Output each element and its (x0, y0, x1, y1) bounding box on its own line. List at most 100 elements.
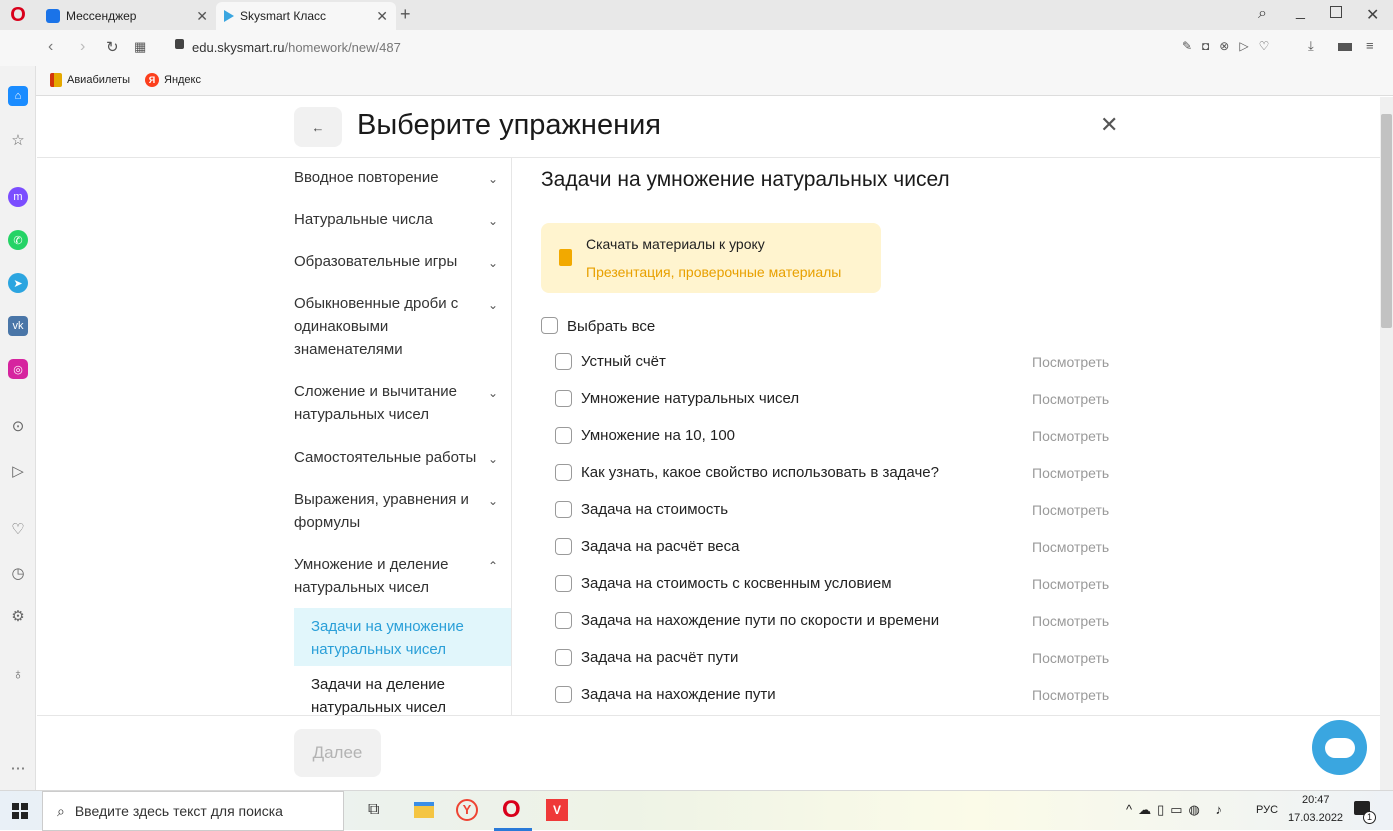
view-link[interactable]: Посмотреть (1032, 391, 1109, 407)
view-link[interactable]: Посмотреть (1032, 539, 1109, 555)
settings-icon[interactable]: ⚙ (8, 606, 28, 626)
view-link[interactable]: Посмотреть (1032, 687, 1109, 703)
exercise-label[interactable]: Задача на расчёт веса (581, 538, 739, 555)
exercise-label[interactable]: Умножение на 10, 100 (581, 427, 735, 444)
close-icon[interactable]: ✕ (1100, 112, 1118, 138)
exercise-checkbox[interactable] (555, 686, 572, 703)
menu-item[interactable]: Обыкновенные дроби с одинаковыми знамена… (294, 292, 469, 361)
file-explorer-icon[interactable] (414, 802, 434, 818)
search-tabs-icon[interactable]: ⌕ (1258, 5, 1267, 23)
tab-skysmart[interactable]: Skysmart Класс ✕ (216, 2, 396, 30)
next-button[interactable]: Далее (294, 729, 381, 777)
taskbar-search[interactable]: ⌕ Введите здесь текст для поиска (42, 791, 344, 831)
back-button[interactable]: ← (294, 107, 342, 147)
chevron-down-icon[interactable]: ⌄ (488, 386, 498, 400)
menu-item[interactable]: Умножение и деление натуральных чисел (294, 553, 469, 599)
vk-icon[interactable]: vk (8, 316, 28, 336)
exercise-checkbox[interactable] (555, 538, 572, 555)
menu-item[interactable]: Самостоятельные работы (294, 446, 484, 469)
submenu-item-selected[interactable]: Задачи на умножение натуральных чисел (294, 608, 511, 666)
bookmark-yandex[interactable]: Я Яндекс (145, 73, 201, 87)
exercise-label[interactable]: Устный счёт (581, 353, 666, 370)
telegram-icon[interactable]: ➤ (8, 273, 28, 293)
tips-icon[interactable]: ♁ (8, 664, 28, 684)
url-field[interactable]: edu.skysmart.ru/homework/new/487 (192, 40, 401, 55)
view-link[interactable]: Посмотреть (1032, 576, 1109, 592)
exercise-checkbox[interactable] (555, 464, 572, 481)
exercise-label[interactable]: Задача на стоимость с косвенным условием (581, 575, 892, 592)
exercise-checkbox[interactable] (555, 390, 572, 407)
tray-date[interactable]: 17.03.2022 (1288, 812, 1343, 824)
view-link[interactable]: Посмотреть (1032, 613, 1109, 629)
forward-nav-icon[interactable]: › (80, 38, 85, 56)
menu-item[interactable]: Вводное повторение (294, 166, 474, 189)
submenu-item[interactable]: Задачи на деление натуральных чисел (294, 666, 511, 715)
close-tab-icon[interactable]: ✕ (376, 8, 388, 25)
more-icon[interactable]: ⋯ (8, 758, 28, 778)
download-link[interactable]: Презентация, проверочные материалы (586, 264, 841, 280)
menu-item[interactable]: Образовательные игры (294, 250, 474, 273)
exercise-checkbox[interactable] (555, 649, 572, 666)
download-icon[interactable]: ⤓ (1308, 38, 1314, 54)
tray-icons[interactable]: ^☁▯▭◍ ♪ (1126, 802, 1228, 818)
player-icon[interactable]: ⊙ (8, 416, 28, 436)
chat-button[interactable] (1312, 720, 1367, 775)
tray-lang[interactable]: РУС (1256, 804, 1278, 816)
home-icon[interactable]: ⌂ (8, 86, 28, 106)
exercise-checkbox[interactable] (555, 353, 572, 370)
yandex-browser-icon[interactable]: Y (456, 799, 478, 821)
menu-item[interactable]: Выражения, уравнения и формулы (294, 488, 472, 534)
view-link[interactable]: Посмотреть (1032, 650, 1109, 666)
close-window-icon[interactable]: ✕ (1366, 5, 1379, 25)
chevron-down-icon[interactable]: ⌄ (488, 298, 498, 312)
chevron-down-icon[interactable]: ⌄ (488, 452, 498, 466)
view-link[interactable]: Посмотреть (1032, 502, 1109, 518)
heart-icon[interactable]: ♡ (8, 519, 28, 539)
chevron-down-icon[interactable]: ⌄ (488, 214, 498, 228)
exercise-label[interactable]: Задача на нахождение пути (581, 686, 776, 703)
flow-icon[interactable]: ▷ (8, 461, 28, 481)
tab-messenger[interactable]: Мессенджер ✕ (38, 2, 216, 30)
back-nav-icon[interactable]: ‹ (48, 38, 53, 56)
exercise-label[interactable]: Умножение натуральных чисел (581, 390, 799, 407)
exercise-label[interactable]: Как узнать, какое свойство использовать … (581, 464, 939, 481)
menu-item[interactable]: Натуральные числа (294, 208, 474, 231)
toolbar-icons[interactable]: ✎◘⊗▷♡ (1182, 39, 1279, 53)
view-link[interactable]: Посмотреть (1032, 428, 1109, 444)
exercise-checkbox[interactable] (555, 501, 572, 518)
scrollbar-thumb[interactable] (1381, 114, 1392, 328)
exercise-checkbox[interactable] (555, 427, 572, 444)
exercise-checkbox[interactable] (555, 575, 572, 592)
messenger-icon[interactable]: m (8, 187, 28, 207)
chevron-down-icon[interactable]: ⌄ (488, 494, 498, 508)
history-icon[interactable]: ◷ (8, 563, 28, 583)
restore-icon[interactable] (1330, 6, 1342, 18)
tray-time[interactable]: 20:47 (1302, 794, 1330, 806)
chevron-down-icon[interactable]: ⌄ (488, 256, 498, 270)
speed-dial-icon[interactable]: ▦ (134, 39, 146, 55)
view-link[interactable]: Посмотреть (1032, 354, 1109, 370)
exercise-checkbox[interactable] (555, 612, 572, 629)
chevron-down-icon[interactable]: ⌄ (488, 172, 498, 186)
bookmark-aviabilety[interactable]: Авиабилеты (50, 73, 130, 87)
view-link[interactable]: Посмотреть (1032, 465, 1109, 481)
opera-menu-icon[interactable]: O (8, 4, 28, 26)
task-view-icon[interactable]: ⧉ (368, 801, 379, 819)
exercise-label[interactable]: Задача на стоимость (581, 501, 728, 518)
star-icon[interactable]: ☆ (8, 130, 28, 150)
exercise-label[interactable]: Задача на нахождение пути по скорости и … (581, 612, 939, 629)
windows-start-icon[interactable] (12, 803, 28, 819)
select-all-checkbox[interactable] (541, 317, 558, 334)
instagram-icon[interactable]: ◎ (8, 359, 28, 379)
whatsapp-icon[interactable]: ✆ (8, 230, 28, 250)
vivaldi-icon[interactable]: V (546, 799, 568, 821)
minimize-icon[interactable]: _ (1296, 3, 1305, 21)
easy-setup-icon[interactable]: ≡ (1366, 38, 1374, 53)
select-all-label[interactable]: Выбрать все (567, 318, 655, 335)
opera-icon[interactable]: O (502, 796, 521, 824)
menu-item[interactable]: Сложение и вычитание натуральных чисел (294, 380, 464, 426)
download-card[interactable]: Скачать материалы к уроку Презентация, п… (541, 223, 881, 293)
chevron-up-icon[interactable]: ⌃ (488, 559, 498, 573)
reload-icon[interactable]: ↻ (106, 38, 119, 56)
close-tab-icon[interactable]: ✕ (196, 8, 208, 25)
